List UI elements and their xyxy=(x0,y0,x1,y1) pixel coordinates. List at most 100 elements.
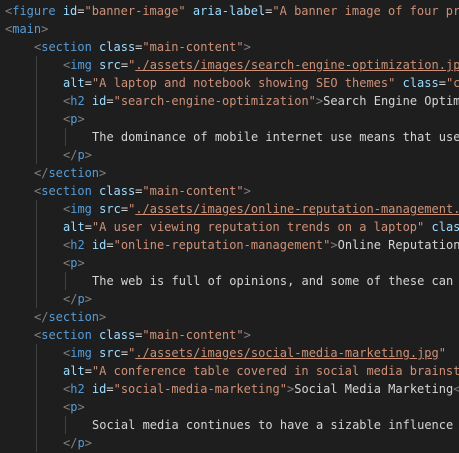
indent-guide xyxy=(65,416,66,434)
code-token: "online-reputation-management" xyxy=(113,238,331,252)
indent-guide xyxy=(65,128,66,146)
code-token: ./assets/images/online-reputation-manage… xyxy=(135,202,459,216)
code-token: Social media continues to have a sizable… xyxy=(92,418,454,432)
code-line[interactable]: </section> xyxy=(34,308,106,326)
code-line[interactable]: </p> xyxy=(63,434,92,452)
code-line[interactable]: alt="A conference table covered in socia… xyxy=(63,362,459,380)
code-token: section xyxy=(41,40,92,54)
indent-guide xyxy=(36,344,37,452)
code-token: src xyxy=(99,58,121,72)
code-line[interactable]: Social media continues to have a sizable… xyxy=(92,416,453,434)
code-token: alt xyxy=(63,364,85,378)
code-token: Online Reputation xyxy=(337,238,459,252)
code-token: h2 xyxy=(70,238,85,252)
code-line[interactable]: <h2 id="social-media-marketing">Social M… xyxy=(63,380,459,398)
code-token: "social-media-marketing" xyxy=(113,382,287,396)
code-token: section xyxy=(48,166,100,180)
code-token: " xyxy=(438,346,446,360)
code-line[interactable]: <h2 id="online-reputation-management">On… xyxy=(63,236,459,254)
indent-guide xyxy=(36,56,37,164)
code-line[interactable]: alt="A laptop and notebook showing SEO t… xyxy=(63,74,459,92)
code-token: clas xyxy=(431,220,459,234)
code-line[interactable]: <img src="./assets/images/search-engine-… xyxy=(63,56,459,74)
code-token: = xyxy=(77,4,85,18)
code-token: img xyxy=(70,202,92,216)
code-token: id xyxy=(91,94,107,108)
code-line[interactable]: alt="A user viewing reputation trends on… xyxy=(63,218,459,236)
code-token: "A laptop and notebook showing SEO theme… xyxy=(91,76,396,90)
code-token: "main-content" xyxy=(142,328,244,342)
code-token: id xyxy=(91,382,107,396)
code-token: class xyxy=(99,184,136,198)
code-token: > xyxy=(84,292,92,306)
code-token: "search-engine-optimization" xyxy=(113,94,316,108)
code-token: = xyxy=(120,346,129,360)
code-token: > xyxy=(41,22,49,36)
code-token: id xyxy=(91,238,107,252)
code-token: img xyxy=(70,58,92,72)
code-token: class xyxy=(99,328,136,342)
code-line[interactable]: </p> xyxy=(63,146,92,164)
code-line[interactable]: </p> xyxy=(63,290,92,308)
code-line[interactable]: The web is full of opinions, and some of… xyxy=(92,272,453,290)
code-token: class xyxy=(402,76,439,90)
indent-guide xyxy=(36,200,37,308)
code-token: Search Engine Optim xyxy=(323,94,459,108)
code-token: "A banner image of four pr xyxy=(272,4,459,18)
code-token: = xyxy=(84,220,92,234)
code-token: </ xyxy=(63,292,78,306)
code-token: > xyxy=(77,112,85,126)
code-token: alt xyxy=(63,220,85,234)
code-token: </ xyxy=(63,148,78,162)
code-line[interactable]: <figure id="banner-image" aria-label="A … xyxy=(5,2,459,20)
code-editor[interactable]: <figure id="banner-image" aria-label="A … xyxy=(0,0,459,453)
code-token: section xyxy=(41,184,92,198)
code-token: h2 xyxy=(70,382,85,396)
code-token: = xyxy=(120,58,129,72)
code-token: "A user viewing reputation trends on a l… xyxy=(91,220,425,234)
code-token: ./assets/images/social-media-marketing.j… xyxy=(135,346,439,360)
code-line[interactable]: <section class="main-content"> xyxy=(34,326,251,344)
code-line[interactable]: <p> xyxy=(63,398,85,416)
code-token: "main-content" xyxy=(142,184,244,198)
code-token: "A conference table covered in social me… xyxy=(91,364,459,378)
code-line[interactable]: </section> xyxy=(34,164,106,182)
code-token: = xyxy=(106,238,114,252)
code-token: src xyxy=(99,346,121,360)
code-line[interactable]: <main> xyxy=(5,20,48,38)
code-token: alt xyxy=(63,76,85,90)
code-token: Social Media Marketing xyxy=(294,382,454,396)
code-token: = xyxy=(84,364,92,378)
code-token: </ xyxy=(63,436,78,450)
code-token: section xyxy=(48,310,100,324)
code-token: = xyxy=(438,76,446,90)
code-token: > xyxy=(84,436,92,450)
code-line[interactable]: <section class="main-content"> xyxy=(34,38,251,56)
code-token: section xyxy=(41,328,92,342)
code-line[interactable]: <p> xyxy=(63,254,85,272)
code-token: = xyxy=(106,94,114,108)
code-token: > xyxy=(77,256,85,270)
code-token: = xyxy=(84,76,92,90)
code-token: </ xyxy=(34,310,49,324)
code-line[interactable]: <img src="./assets/images/online-reputat… xyxy=(63,200,459,218)
code-token: > xyxy=(330,238,338,252)
code-token: The dominance of mobile internet use mea… xyxy=(92,130,459,144)
code-line[interactable]: <section class="main-content"> xyxy=(34,182,251,200)
code-token: > xyxy=(99,166,107,180)
code-token: > xyxy=(243,184,251,198)
code-token: < xyxy=(453,382,459,396)
code-line[interactable]: The dominance of mobile internet use mea… xyxy=(92,128,459,146)
code-line[interactable]: <h2 id="search-engine-optimization">Sear… xyxy=(63,92,459,110)
code-line[interactable]: <img src="./assets/images/social-media-m… xyxy=(63,344,446,362)
code-token: img xyxy=(70,346,92,360)
code-token: aria-label xyxy=(192,4,266,18)
code-token: p xyxy=(77,148,85,162)
code-line[interactable]: <p> xyxy=(63,110,85,128)
